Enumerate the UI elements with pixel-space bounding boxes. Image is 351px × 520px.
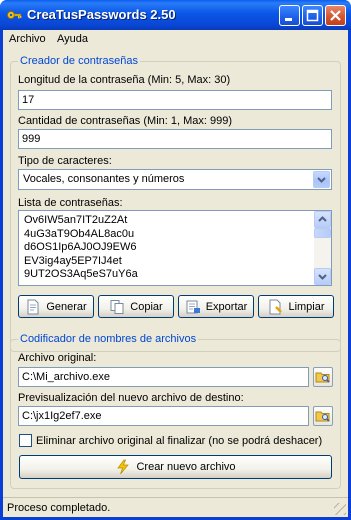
client-area: Archivo Ayuda Creador de contraseñas Lon… bbox=[3, 30, 348, 517]
folder-search-icon bbox=[315, 372, 330, 383]
folder-search-icon bbox=[315, 411, 330, 422]
minimize-icon bbox=[285, 18, 292, 21]
original-file-input[interactable] bbox=[18, 367, 309, 387]
file-encoder-group: Codificador de nombres de archivos Archi… bbox=[10, 333, 341, 489]
maximize-icon bbox=[306, 9, 319, 22]
password-creator-title: Creador de contraseñas bbox=[18, 55, 141, 67]
length-label: Longitud de la contraseña (Min: 5, Max: … bbox=[18, 74, 231, 86]
password-creator-group: Creador de contraseñas Longitud de la co… bbox=[10, 55, 341, 352]
delete-original-label[interactable]: Eliminar archivo original al finalizar (… bbox=[36, 435, 322, 447]
scroll-down-button[interactable] bbox=[314, 268, 331, 285]
dropdown-button[interactable] bbox=[313, 171, 330, 188]
export-label: Exportar bbox=[205, 300, 248, 313]
close-icon bbox=[330, 10, 341, 21]
copy-button[interactable]: Copiar bbox=[98, 295, 174, 318]
chartype-label: Tipo de caracteres: bbox=[18, 155, 112, 167]
chevron-down-icon bbox=[317, 177, 326, 183]
generate-button[interactable]: Generar bbox=[18, 295, 94, 318]
preview-input[interactable] bbox=[18, 406, 309, 426]
minimize-button[interactable] bbox=[279, 5, 300, 26]
list-item[interactable]: d6OS1Ip6AJ0OJ9EW6 bbox=[24, 241, 137, 253]
menu-ayuda[interactable]: Ayuda bbox=[57, 33, 88, 45]
password-list[interactable]: Ov6IW5an7IT2uZ2At 4uG3aT9Ob4AL8ac0u d6OS… bbox=[18, 210, 332, 286]
create-file-label: Crear nuevo archivo bbox=[136, 461, 236, 473]
resize-grip[interactable] bbox=[334, 503, 346, 515]
scroll-up-button[interactable] bbox=[314, 211, 331, 228]
list-item[interactable]: 4uG3aT9Ob4AL8ac0u bbox=[24, 228, 134, 240]
list-item[interactable]: Ov6IW5an7IT2uZ2At bbox=[24, 214, 127, 226]
chevron-down-icon bbox=[318, 274, 327, 280]
clear-button[interactable]: Limpiar bbox=[258, 295, 334, 318]
delete-original-checkbox[interactable] bbox=[19, 434, 32, 447]
title-bar[interactable]: CreaTusPasswords 2.50 bbox=[0, 0, 351, 30]
generate-label: Generar bbox=[46, 300, 87, 313]
browse-destination-button[interactable] bbox=[313, 406, 333, 426]
create-file-button[interactable]: Crear nuevo archivo bbox=[19, 455, 332, 479]
eraser-icon bbox=[269, 299, 283, 314]
copy-icon bbox=[110, 299, 124, 314]
preview-label: Previsualización del nuevo archivo de de… bbox=[18, 392, 244, 404]
length-input[interactable] bbox=[18, 90, 332, 110]
list-item[interactable]: 9UT2OS3Aq5eS7uY6a bbox=[24, 268, 138, 280]
menu-bar: Archivo Ayuda bbox=[3, 30, 348, 49]
chevron-up-icon bbox=[318, 216, 327, 222]
status-bar: Proceso completado. bbox=[3, 497, 348, 517]
chartype-select[interactable]: Vocales, consonantes y números bbox=[18, 169, 332, 190]
count-label: Cantidad de contraseñas (Min: 1, Max: 99… bbox=[18, 115, 233, 127]
chartype-value: Vocales, consonantes y números bbox=[23, 173, 185, 185]
file-encoder-title: Codificador de nombres de archivos bbox=[18, 333, 199, 345]
clear-label: Limpiar bbox=[288, 300, 325, 313]
count-input[interactable] bbox=[18, 129, 332, 149]
export-button[interactable]: Exportar bbox=[178, 295, 254, 318]
maximize-button[interactable] bbox=[302, 5, 323, 26]
window-title: CreaTusPasswords 2.50 bbox=[27, 7, 176, 22]
status-text: Proceso completado. bbox=[7, 502, 111, 514]
close-button[interactable] bbox=[325, 5, 346, 26]
copy-label: Copiar bbox=[130, 300, 163, 313]
document-new-icon bbox=[27, 299, 39, 314]
lightning-icon bbox=[117, 459, 130, 475]
list-scrollbar[interactable] bbox=[314, 211, 331, 285]
key-icon bbox=[6, 10, 22, 20]
export-icon bbox=[186, 300, 200, 313]
browse-original-button[interactable] bbox=[313, 367, 333, 387]
menu-archivo[interactable]: Archivo bbox=[9, 33, 46, 45]
app-window: CreaTusPasswords 2.50 Archivo Ayuda Crea… bbox=[0, 0, 351, 520]
original-file-label: Archivo original: bbox=[18, 352, 97, 364]
list-label: Lista de contraseñas: bbox=[18, 197, 123, 209]
list-item[interactable]: EV3ig4ay5EP7IJ4et bbox=[24, 255, 122, 267]
scroll-thumb[interactable] bbox=[314, 228, 331, 238]
